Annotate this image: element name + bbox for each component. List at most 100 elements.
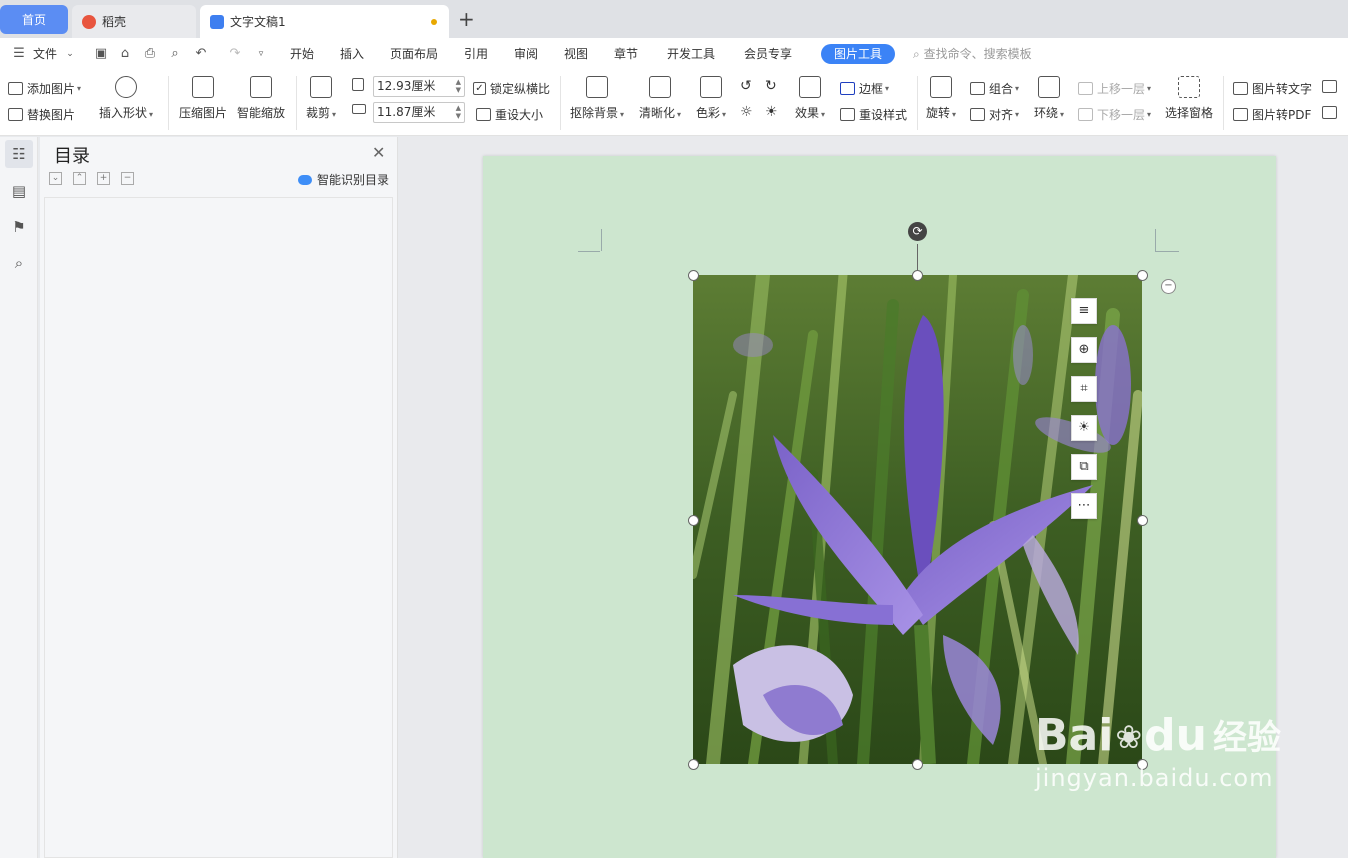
height-input[interactable]: 12.93厘米 ▲ ▼: [373, 76, 465, 97]
menu-view[interactable]: 视图: [564, 38, 588, 70]
tab-document[interactable]: 文字文稿1: [200, 5, 449, 38]
menu-page-layout[interactable]: 页面布局: [390, 38, 438, 70]
align-button[interactable]: 对齐 ▾: [970, 106, 1019, 123]
border-button[interactable]: 边框 ▾: [840, 80, 889, 97]
crop-icon[interactable]: ⌗: [1071, 376, 1097, 402]
color-button[interactable]: 色彩 ▾: [696, 76, 726, 121]
close-icon[interactable]: ✕: [372, 143, 385, 162]
zoom-icon[interactable]: ⊕: [1071, 337, 1097, 363]
resize-handle-bottom-left[interactable]: [688, 759, 699, 770]
menu-member[interactable]: 会员专享: [744, 38, 792, 70]
file-menu[interactable]: 文件: [33, 38, 57, 70]
remove-level-icon[interactable]: −: [121, 172, 134, 185]
layout-options-icon[interactable]: ≡: [1071, 298, 1097, 324]
unsaved-dot-icon: [431, 19, 437, 25]
smart-zoom-button[interactable]: 智能缩放: [237, 76, 285, 121]
more-icon[interactable]: ⋯: [1071, 493, 1097, 519]
reset-size-icon: [476, 108, 491, 121]
width-input[interactable]: 11.87厘米 ▲ ▼: [373, 102, 465, 123]
idea-icon[interactable]: ☀: [1071, 415, 1097, 441]
send-backward-icon: [1078, 108, 1093, 121]
bring-forward-icon: [1078, 82, 1093, 95]
divider: [560, 76, 561, 130]
brightness-down-icon[interactable]: ☼: [740, 104, 753, 120]
menu-review[interactable]: 审阅: [514, 38, 538, 70]
crop-icon: [310, 76, 333, 98]
resize-handle-top-right[interactable]: [1137, 270, 1148, 281]
color-icon: [700, 76, 723, 98]
height-icon: [352, 78, 364, 91]
selection-pane-button[interactable]: 选择窗格: [1165, 76, 1213, 121]
image-to-pdf-button[interactable]: 图片转PDF: [1233, 106, 1311, 123]
add-image-icon: [8, 82, 23, 95]
tab-daoke[interactable]: 稻壳: [72, 5, 196, 38]
format-painter-icon[interactable]: ⌂: [118, 47, 132, 61]
group-icon: [970, 82, 985, 95]
rotate-icon: [930, 76, 953, 98]
customize-chevron-icon[interactable]: ▿: [254, 47, 268, 61]
toc-panel-icon[interactable]: ☷: [5, 140, 33, 168]
insert-shape-button[interactable]: 插入形状 ▾: [99, 76, 153, 121]
replace-image-button[interactable]: 替换图片: [8, 106, 75, 123]
send-backward-button[interactable]: 下移一层 ▾: [1078, 106, 1151, 123]
rotate-left-icon[interactable]: ↺: [740, 78, 752, 94]
search-icon[interactable]: ⌕: [5, 249, 33, 277]
convert-icon[interactable]: ⧉: [1071, 454, 1097, 480]
menu-developer[interactable]: 开发工具: [667, 38, 715, 70]
watermark-brand-suffix: du: [1144, 710, 1207, 761]
divider: [1223, 76, 1224, 130]
bring-forward-button[interactable]: 上移一层 ▾: [1078, 80, 1151, 97]
width-spinner[interactable]: ▲ ▼: [456, 104, 461, 120]
menu-insert[interactable]: 插入: [340, 38, 364, 70]
width-label-icon: [352, 104, 370, 114]
add-level-icon[interactable]: +: [97, 172, 110, 185]
more-tools-icon-1[interactable]: [1322, 80, 1341, 93]
resize-handle-top[interactable]: [912, 270, 923, 281]
undo-icon[interactable]: ↶: [194, 47, 208, 61]
compress-image-button[interactable]: 压缩图片: [179, 76, 227, 121]
compress-image-label: 压缩图片: [179, 106, 228, 120]
reset-style-button[interactable]: 重设样式: [840, 106, 907, 123]
collapse-toolbar-icon[interactable]: −: [1161, 279, 1176, 294]
chevron-down-icon[interactable]: ⌄: [63, 47, 77, 61]
brightness-up-icon[interactable]: ☀: [765, 104, 778, 120]
lock-aspect-ratio-checkbox[interactable]: ✓ 锁定纵横比: [473, 80, 550, 97]
menu-start[interactable]: 开始: [290, 38, 314, 70]
more-tools-icon-2[interactable]: [1322, 106, 1341, 119]
rotate-handle-icon[interactable]: ⟳: [908, 222, 927, 241]
save-icon[interactable]: ▣: [94, 47, 108, 61]
expand-icon[interactable]: ⌄: [49, 172, 62, 185]
rotate-button[interactable]: 旋转 ▾: [926, 76, 956, 121]
wrap-button[interactable]: 环绕 ▾: [1034, 76, 1064, 121]
smart-toc-button[interactable]: 智能识别目录: [298, 171, 389, 188]
command-search-placeholder: 查找命令、搜索模板: [923, 47, 1032, 61]
resize-handle-bottom[interactable]: [912, 759, 923, 770]
effects-button[interactable]: 效果 ▾: [795, 76, 825, 121]
menu-references[interactable]: 引用: [464, 38, 488, 70]
resize-handle-top-left[interactable]: [688, 270, 699, 281]
reset-size-button[interactable]: 重设大小: [476, 106, 543, 123]
tab-home[interactable]: 首页: [0, 5, 68, 34]
sharpen-button[interactable]: 清晰化 ▾: [639, 76, 681, 121]
image-to-text-button[interactable]: 图片转文字: [1233, 80, 1312, 97]
redo-icon[interactable]: ↷: [228, 47, 242, 61]
bookmark-icon[interactable]: ⚑: [5, 213, 33, 241]
new-tab-button[interactable]: +: [458, 9, 475, 29]
collapse-icon[interactable]: ⌃: [73, 172, 86, 185]
remove-background-button[interactable]: 抠除背景 ▾: [570, 76, 624, 121]
resize-handle-right[interactable]: [1137, 515, 1148, 526]
add-image-button[interactable]: 添加图片 ▾: [8, 80, 81, 97]
height-spinner[interactable]: ▲ ▼: [456, 78, 461, 94]
menu-picture-tools[interactable]: 图片工具: [821, 44, 896, 64]
rotate-right-icon[interactable]: ↻: [765, 78, 777, 94]
menu-section[interactable]: 章节: [614, 38, 638, 70]
resize-handle-left[interactable]: [688, 515, 699, 526]
command-search[interactable]: ⌕ 查找命令、搜索模板: [913, 38, 1032, 70]
navigation-icon[interactable]: ▤: [5, 177, 33, 205]
crop-button[interactable]: 裁剪 ▾: [306, 76, 336, 121]
print-preview-icon[interactable]: ⌕: [168, 47, 182, 61]
image-to-pdf-icon: [1233, 108, 1248, 121]
group-button[interactable]: 组合 ▾: [970, 80, 1019, 97]
hamburger-icon[interactable]: ☰: [12, 47, 26, 61]
print-icon[interactable]: ⎙: [143, 47, 157, 61]
